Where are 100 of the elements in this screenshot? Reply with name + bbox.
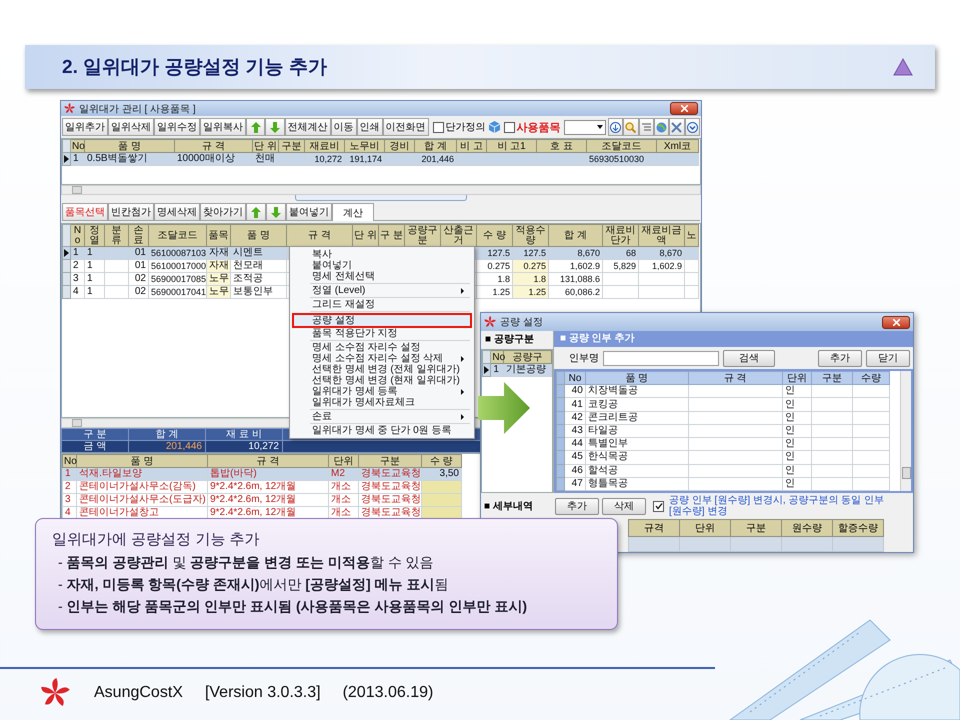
table-cell: 할석공 — [585, 464, 688, 478]
table-cell: 56100017000 — [148, 260, 206, 272]
table-cell: 127.5 — [476, 246, 512, 260]
menu-item[interactable]: 공량 설정 — [292, 313, 472, 328]
column-header: 단 위 — [252, 140, 278, 152]
splitter-handle[interactable] — [295, 195, 467, 201]
column-header: No — [490, 350, 504, 364]
table-cell: 8,670 — [548, 246, 602, 260]
table-row[interactable]: 1 석재.타일보양 톱밥(바닥) M2 경북도교육청 3,50 — [62, 468, 462, 480]
toolbar-button[interactable]: 일위추가 — [62, 118, 108, 136]
vertical-scrollbar[interactable] — [900, 371, 911, 491]
table-cell: 1 — [84, 272, 104, 286]
toolbar-button[interactable]: 찾아가기 — [200, 203, 246, 221]
checkbox[interactable] — [504, 122, 515, 132]
table-cell: 131,088.6 — [548, 272, 602, 286]
close-button[interactable] — [882, 316, 910, 328]
table-cell: 1.25 — [512, 286, 548, 298]
menu-item[interactable]: 품목 적용단가 지정 — [292, 328, 472, 339]
column-header: 규 격 — [208, 454, 328, 468]
column-header: 분 류 — [104, 224, 128, 246]
checkbox[interactable] — [653, 500, 664, 512]
menu-item[interactable]: 선택한 명세 변경 (전체 일위대가) — [292, 364, 472, 375]
table-cell: 시멘트 — [230, 246, 286, 260]
table-cell: 0.5B벽돌쌓기 — [84, 152, 174, 166]
column-header: 품 명 — [84, 140, 174, 152]
checkbox[interactable] — [432, 122, 444, 132]
table-cell: 인 — [782, 384, 812, 398]
table-cell: 톱밥(바닥) — [208, 468, 328, 480]
globe-button[interactable] — [654, 118, 670, 136]
toolbar-button[interactable]: 일위수정 — [154, 118, 200, 136]
table-cell: 1.8 — [512, 272, 548, 286]
add-button[interactable]: 추가 — [555, 498, 599, 514]
delete-button[interactable]: 삭제 — [602, 498, 646, 514]
toolbar-button[interactable]: 전체계산 — [284, 118, 331, 136]
close-button[interactable]: 닫기 — [866, 350, 910, 366]
menu-item[interactable]: 일위대가 명세자료체크 — [292, 397, 472, 408]
table-row[interactable]: 1 기본공량 — [482, 364, 552, 376]
table-cell: 인 — [782, 450, 812, 464]
close-button[interactable] — [670, 102, 698, 115]
toolbar-button[interactable]: 일위복사 — [200, 118, 246, 136]
table-row[interactable]: 1 0.5B벽돌쌓기 10000매이상 천매 10,272 191,174 201,446 56930510030 — [62, 152, 698, 166]
menu-item[interactable]: 손료 — [292, 411, 472, 422]
toolbar-button[interactable]: 일위삭제 — [108, 118, 154, 136]
table-cell: 기본공량 — [503, 364, 552, 376]
globe-icon — [656, 122, 668, 132]
toolbar-button[interactable]: 이전화면 — [382, 118, 429, 136]
menu-item[interactable]: 선택한 명세 변경 (현재 일위대가) — [292, 375, 472, 386]
menu-item[interactable]: 명세 전체선택 — [292, 271, 472, 282]
table-row[interactable]: 3 콘테이너가설사무소(도급자) 9*2.4*2.6m, 12개월 개소 경북도교육청 — [62, 494, 462, 506]
table-cell: 콘테이너가설사무소(도급자) — [76, 494, 208, 506]
search-button[interactable]: 검색 — [723, 350, 775, 366]
name-field[interactable] — [603, 350, 719, 366]
menu-item[interactable]: 명세 소수점 자리수 설정 — [292, 342, 472, 353]
tab[interactable]: 계산 — [332, 203, 374, 221]
table-cell: 치장벽돌공 — [585, 384, 688, 398]
column-header: 재료비금액 — [638, 224, 684, 246]
toolbar-button[interactable]: 인쇄 — [356, 118, 383, 136]
move-up-button[interactable] — [246, 118, 266, 136]
menu-item[interactable]: 정열 (Level) — [292, 285, 472, 296]
column-header: 수량 — [852, 372, 890, 385]
horizontal-scrollbar[interactable] — [61, 185, 701, 195]
table-cell: 43 — [564, 424, 586, 438]
column-header: 비 고1 — [486, 140, 536, 152]
column-header: 호 표 — [536, 140, 586, 152]
collapse-button[interactable] — [684, 118, 700, 136]
menu-item[interactable]: 붙여넣기 — [292, 260, 472, 271]
toolbar-button[interactable]: 품목선택 — [62, 203, 108, 221]
table-cell: 9*2.4*2.6m, 12개월 — [208, 494, 328, 506]
toolbar-button[interactable]: 빈칸첨가 — [108, 203, 154, 221]
column-header: 단위 — [680, 520, 730, 536]
menu-item[interactable]: 일위대가 명세 등록 — [292, 386, 472, 397]
toolbar-button[interactable]: 명세삭제 — [154, 203, 200, 221]
down-arrow-icon — [270, 122, 280, 132]
table-cell: 2 — [70, 260, 84, 272]
list-icon — [640, 122, 652, 132]
column-header: 규 격 — [174, 140, 252, 152]
list-button[interactable] — [638, 118, 654, 136]
dropdown-field[interactable] — [564, 120, 606, 134]
callout-title: 일위대가에 공량설정 기능 추가 — [52, 530, 261, 550]
row-pointer-icon — [64, 155, 69, 163]
table-cell: 4 — [70, 286, 84, 298]
toolbar-button[interactable]: 붙여넣기 — [286, 203, 332, 221]
table-cell: 특별인부 — [585, 438, 688, 451]
table-cell: 개소 — [328, 480, 359, 494]
menu-item[interactable]: 일위대가 명세 중 단가 0원 등록 — [292, 425, 472, 436]
menu-item[interactable]: 명세 소수점 자리수 설정 삭제 — [292, 353, 472, 364]
menu-item[interactable]: 복사 — [292, 249, 472, 260]
menu-item[interactable]: 그리드 재설정 — [292, 299, 472, 310]
table-row[interactable]: 2 콘테이너가설사무소(감독) 9*2.4*2.6m, 12개월 개소 경북도교육청 — [62, 480, 462, 494]
add-button[interactable]: 추가 — [818, 350, 862, 366]
download-button[interactable] — [608, 118, 624, 136]
search-button[interactable] — [623, 118, 639, 136]
toolbar-button[interactable]: 이동 — [330, 118, 357, 136]
table-cell: 2 — [62, 480, 77, 494]
move-down-button[interactable] — [265, 118, 285, 136]
move-down-button[interactable] — [266, 203, 286, 221]
move-up-button[interactable] — [246, 203, 266, 221]
column-header: No — [70, 140, 84, 152]
summary-header: 구 분 — [62, 428, 128, 440]
down-circle-icon — [610, 122, 622, 132]
